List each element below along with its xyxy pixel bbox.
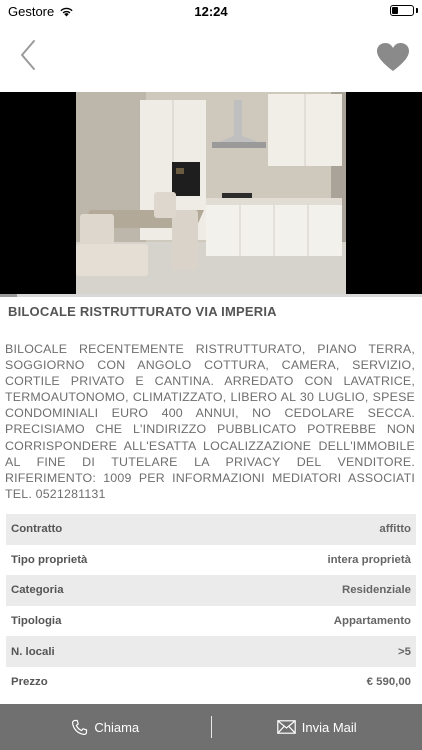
detail-row: Prezzo € 590,00 <box>6 666 416 698</box>
details-table: Contratto affitto Tipo proprietà intera pro… <box>6 514 416 698</box>
detail-value: intera proprietà <box>327 553 411 566</box>
status-time: 12:24 <box>194 4 228 19</box>
photo-progress-fill <box>0 294 17 297</box>
back-button[interactable] <box>14 38 44 72</box>
detail-label: Contratto <box>11 523 63 536</box>
detail-label: Categoria <box>11 584 64 597</box>
battery-tip <box>416 8 418 13</box>
phone-icon <box>72 719 88 735</box>
status-bar: Gestore 12:24 <box>0 0 422 22</box>
listing-description: BILOCALE RECENTEMENTE RISTRUTTURATO, PIA… <box>5 342 415 501</box>
chevron-left-icon <box>21 40 35 70</box>
battery-icon <box>390 5 414 16</box>
detail-row: Tipo proprietà intera proprietà <box>6 544 416 576</box>
call-label: Chiama <box>94 719 140 735</box>
kitchen-photo <box>76 92 346 294</box>
heart-icon <box>377 43 409 71</box>
detail-row: Categoria Residenziale <box>6 575 416 606</box>
nav-bar <box>0 22 422 92</box>
detail-row: Tipologia Appartamento <box>6 605 416 637</box>
send-mail-button[interactable]: Invia Mail <box>212 704 422 750</box>
listing-title: BILOCALE RISTRUTTURATO VIA IMPERIA <box>8 304 277 319</box>
detail-label: N. locali <box>11 645 55 658</box>
detail-label: Prezzo <box>11 676 48 689</box>
detail-value: affitto <box>379 523 411 536</box>
detail-row: N. locali >5 <box>6 636 416 667</box>
detail-value: Appartamento <box>333 615 411 628</box>
battery-level <box>392 7 398 14</box>
send-mail-label: Invia Mail <box>301 719 357 735</box>
call-button[interactable]: Chiama <box>0 704 211 750</box>
detail-row: Contratto affitto <box>6 514 416 545</box>
detail-value: € 590,00 <box>366 676 411 689</box>
detail-label: Tipo proprietà <box>11 553 88 566</box>
photo-gallery[interactable] <box>0 92 422 294</box>
action-bar: Chiama Invia Mail <box>0 704 422 750</box>
envelope-icon <box>276 720 296 734</box>
detail-value: >5 <box>398 645 411 658</box>
detail-value: Residenziale <box>341 584 411 597</box>
detail-label: Tipologia <box>11 615 62 628</box>
favorite-button[interactable] <box>376 42 410 74</box>
photo-progress-track <box>0 294 422 297</box>
